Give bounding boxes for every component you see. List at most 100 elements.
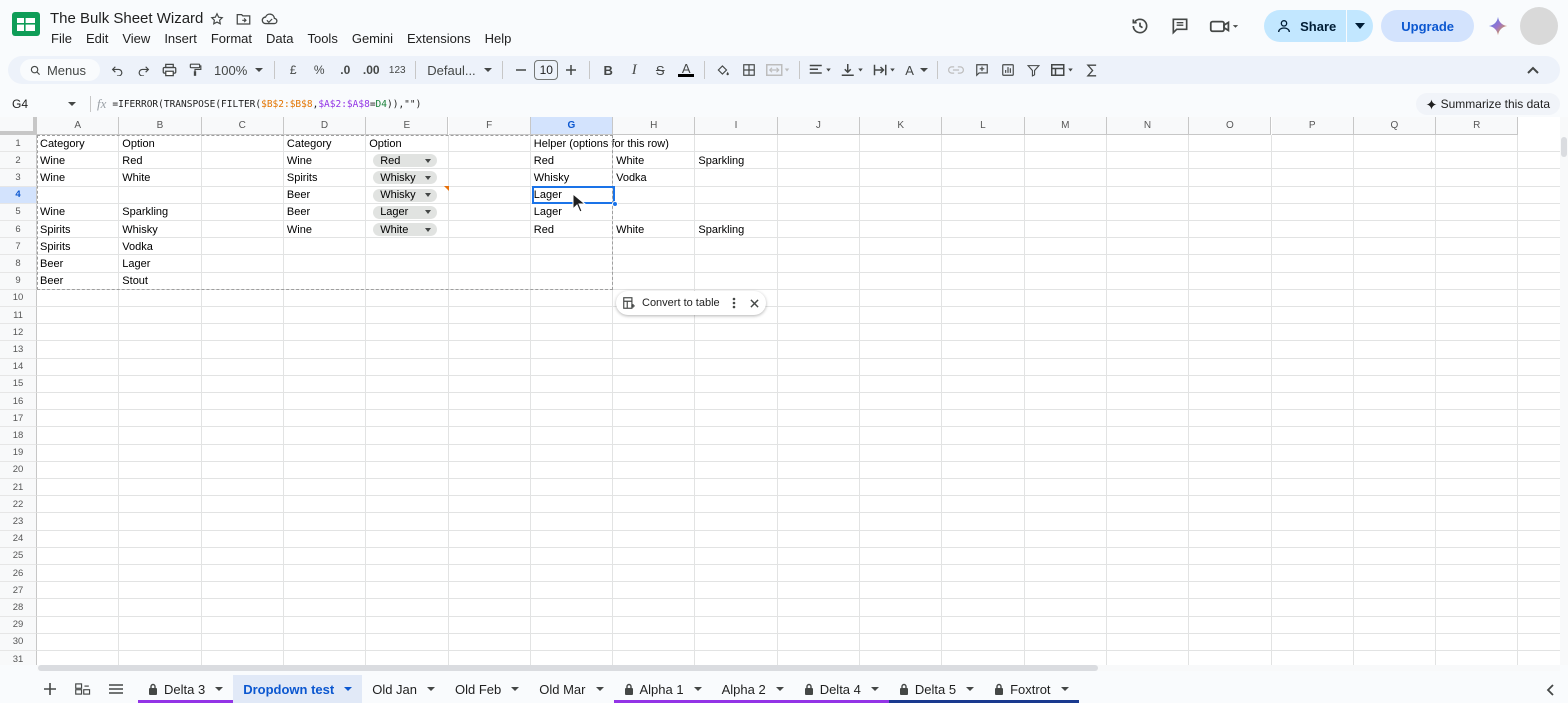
filter-icon[interactable] [1021,58,1047,82]
column-header-a[interactable]: A [37,117,120,135]
sheet-tab-alpha-1[interactable]: Alpha 1 [613,675,712,703]
format-currency-button[interactable]: £ [280,58,306,82]
row-header-11[interactable]: 11 [0,307,37,325]
upgrade-button[interactable]: Upgrade [1381,10,1474,42]
cell-h2[interactable]: White [613,152,644,169]
column-header-f[interactable]: F [448,117,531,135]
row-header-1[interactable]: 1 [0,135,37,153]
row-header-31[interactable]: 31 [0,651,37,665]
convert-to-table-label[interactable]: Convert to table [642,297,720,309]
increase-font-size-icon[interactable] [558,58,584,82]
sheet-list-icon[interactable] [99,675,132,703]
menu-view[interactable]: View [115,30,157,47]
cell-b9[interactable]: Stout [119,273,148,290]
sheet-tab-alpha-2[interactable]: Alpha 2 [711,675,794,703]
cell-a7[interactable]: Spirits [37,238,71,255]
cell-a2[interactable]: Wine [37,152,65,169]
column-header-m[interactable]: M [1024,117,1107,135]
fill-color-icon[interactable] [710,58,736,82]
cell-a9[interactable]: Beer [37,273,63,290]
sheet-tab-delta-4[interactable]: Delta 4 [793,675,889,703]
cell-d4[interactable]: Beer [284,187,310,204]
functions-icon[interactable] [1079,58,1105,82]
comments-icon[interactable] [1162,8,1198,44]
column-header-e[interactable]: E [366,117,449,135]
paint-format-icon[interactable] [182,58,208,82]
menu-search-button[interactable]: Menus [20,59,100,81]
column-header-k[interactable]: K [860,117,943,135]
menu-help[interactable]: Help [478,30,519,47]
more-vert-icon[interactable] [732,297,736,309]
cell-h6[interactable]: White [613,221,644,238]
cell-d3[interactable]: Spirits [284,169,318,186]
text-wrapping-icon[interactable] [869,58,901,82]
sheet-tab-old-jan[interactable]: Old Jan [362,675,445,703]
cell-g2[interactable]: Red [531,152,554,169]
sheet-tab-foxtrot[interactable]: Foxtrot [984,675,1079,703]
cell-b8[interactable]: Lager [119,255,150,272]
format-percent-button[interactable]: % [306,58,332,82]
spreadsheet-grid[interactable]: A B C D E F G H I J K L M N O P Q R 1 2 3 4 5 6 7 8 9 10 11 12 13 14 15 1… [0,117,1560,665]
hide-menus-icon[interactable] [1520,58,1546,82]
version-history-icon[interactable] [1122,8,1158,44]
column-header-c[interactable]: C [201,117,284,135]
menu-extensions[interactable]: Extensions [400,30,478,47]
menu-data[interactable]: Data [259,30,300,47]
sheet-tab-delta-5[interactable]: Delta 5 [888,675,985,703]
cell-a3[interactable]: Wine [37,169,65,186]
zoom-select[interactable]: 100% [208,58,269,82]
account-avatar[interactable] [1520,7,1558,45]
caret-down-icon[interactable] [511,687,520,691]
font-family-select[interactable]: Defaul... [421,58,497,82]
horizontal-scrollbar[interactable] [37,665,1560,671]
horizontal-scroll-thumb[interactable] [38,665,1098,671]
insert-chart-icon[interactable] [995,58,1021,82]
sheet-tab-dropdown-test[interactable]: Dropdown test [233,675,363,703]
row-header-13[interactable]: 13 [0,341,37,359]
row-header-17[interactable]: 17 [0,410,37,428]
row-header-2[interactable]: 2 [0,152,37,170]
filter-views-icon[interactable] [1047,58,1079,82]
decrease-font-size-icon[interactable] [508,58,534,82]
menu-tools[interactable]: Tools [300,30,344,47]
row-header-26[interactable]: 26 [0,565,37,583]
dropdown-chip-e2[interactable]: Red [373,154,438,168]
row-header-28[interactable]: 28 [0,599,37,617]
cell-i2[interactable]: Sparkling [695,152,744,169]
cell-g3[interactable]: Whisky [531,169,569,186]
vertical-scrollbar[interactable] [1560,117,1568,665]
dropdown-chip-e5[interactable]: Lager [373,205,438,219]
caret-down-icon[interactable] [775,687,784,691]
text-rotation-button[interactable]: A [901,58,932,82]
row-header-5[interactable]: 5 [0,203,37,221]
row-header-16[interactable]: 16 [0,393,37,411]
menu-gemini[interactable]: Gemini [345,30,400,47]
undo-icon[interactable] [104,58,130,82]
row-header-10[interactable]: 10 [0,289,37,307]
cell-d5[interactable]: Beer [284,204,310,221]
column-header-r[interactable]: R [1436,117,1519,135]
menu-format[interactable]: Format [204,30,259,47]
share-button[interactable]: Share [1264,10,1348,42]
row-header-18[interactable]: 18 [0,427,37,445]
redo-icon[interactable] [130,58,156,82]
row-header-20[interactable]: 20 [0,461,37,479]
column-header-g[interactable]: G [530,117,614,135]
cell-a1[interactable]: Category [37,135,85,152]
vertical-align-icon[interactable] [837,58,869,82]
row-header-27[interactable]: 27 [0,582,37,600]
insert-link-icon[interactable] [943,58,969,82]
row-header-24[interactable]: 24 [0,530,37,548]
cell-h3[interactable]: Vodka [613,169,647,186]
sheet-tab-old-feb[interactable]: Old Feb [445,675,529,703]
cell-g6[interactable]: Red [531,221,554,238]
cell-g5[interactable]: Lager [531,204,562,221]
row-header-3[interactable]: 3 [0,169,37,187]
row-header-21[interactable]: 21 [0,479,37,497]
row-header-30[interactable]: 30 [0,633,37,651]
cloud-saved-icon[interactable] [260,10,278,28]
column-header-o[interactable]: O [1189,117,1272,135]
cell-a5[interactable]: Wine [37,204,65,221]
caret-down-icon[interactable] [870,687,879,691]
column-header-n[interactable]: N [1106,117,1190,135]
